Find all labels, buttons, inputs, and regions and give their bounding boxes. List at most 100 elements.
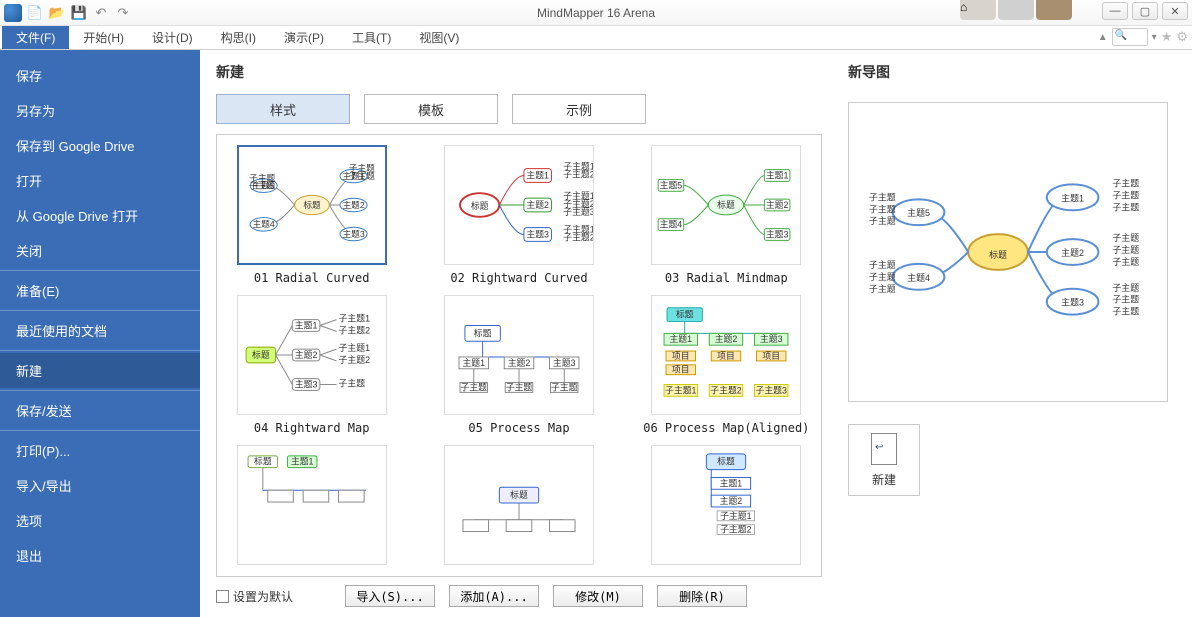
svg-text:主题1: 主题1 — [766, 169, 789, 180]
sidebar-item-save-as[interactable]: 另存为 — [0, 93, 200, 128]
sidebar-item-print[interactable]: 打印(P)... — [0, 433, 200, 468]
ribbon-tab-view[interactable]: 视图(V) — [405, 26, 473, 49]
template-item[interactable]: 标题 主题1 主题2 主题3 子主题1子主题2 子主题1子主题2子主题3 子主题… — [430, 145, 607, 285]
svg-text:子主题: 子主题 — [1112, 306, 1139, 317]
svg-text:子主题2: 子主题2 — [563, 168, 593, 179]
extra-tab[interactable]: ⌂ — [960, 0, 996, 20]
svg-text:标题: 标题 — [676, 309, 694, 320]
modify-button[interactable]: 修改(M) — [553, 585, 643, 607]
svg-text:子主题: 子主题 — [1112, 177, 1139, 188]
delete-button[interactable]: 删除(R) — [657, 585, 747, 607]
svg-text:主题2: 主题2 — [766, 199, 789, 210]
ribbon-tab-tools[interactable]: 工具(T) — [338, 26, 405, 49]
category-tab-example[interactable]: 示例 — [512, 94, 646, 124]
add-button[interactable]: 添加(A)... — [449, 585, 539, 607]
minimize-button[interactable]: — — [1102, 2, 1128, 20]
template-label: 05 Process Map — [468, 421, 569, 435]
extra-tab[interactable] — [1036, 0, 1072, 20]
svg-text:主题4: 主题4 — [660, 219, 683, 230]
template-item[interactable]: 标题 主题1 主题2 子主题1 子主题2 — [638, 445, 815, 565]
svg-text:主题1: 主题1 — [294, 319, 317, 330]
svg-text:子主题: 子主题 — [869, 191, 896, 202]
template-thumbnail: 标题 — [444, 445, 594, 565]
svg-text:子主题1: 子主题1 — [665, 384, 697, 395]
sidebar-item-new[interactable]: 新建 — [0, 353, 200, 388]
undo-icon[interactable]: ↶ — [92, 4, 110, 22]
svg-text:子主题1: 子主题1 — [338, 342, 370, 353]
file-sidebar: 保存 另存为 保存到 Google Drive 打开 从 Google Driv… — [0, 50, 200, 617]
svg-text:标题: 标题 — [303, 199, 321, 210]
create-new-button[interactable]: 新建 — [848, 424, 920, 496]
search-input[interactable] — [1112, 28, 1148, 46]
svg-text:子主题2: 子主题2 — [563, 231, 593, 242]
ribbon-tab-present[interactable]: 演示(P) — [270, 26, 338, 49]
sidebar-separator — [0, 270, 200, 271]
sidebar-item-save[interactable]: 保存 — [0, 58, 200, 93]
ribbon-tab-home[interactable]: 开始(H) — [69, 26, 138, 49]
new-doc-icon[interactable]: 📄 — [26, 4, 44, 22]
svg-text:主题2: 主题2 — [715, 333, 738, 344]
dropdown-icon[interactable]: ▾ — [1152, 32, 1157, 43]
template-item[interactable]: 标题 主题1 主题2 主题3 子主题 子主题 子主题 05 Process Ma… — [430, 295, 607, 435]
svg-text:子主题: 子主题 — [1112, 256, 1139, 267]
svg-text:项目: 项目 — [717, 351, 735, 361]
template-thumbnail: 标题 主题1 主题2 子主题1 子主题2 — [651, 445, 801, 565]
backstage-view: 保存 另存为 保存到 Google Drive 打开 从 Google Driv… — [0, 50, 1192, 617]
sidebar-item-open[interactable]: 打开 — [0, 163, 200, 198]
settings-icon[interactable]: ⚙ — [1176, 29, 1188, 45]
sidebar-item-options[interactable]: 选项 — [0, 503, 200, 538]
svg-text:子主题1: 子主题1 — [338, 313, 370, 324]
template-item[interactable]: 标题 主题1 — [223, 445, 400, 565]
import-button[interactable]: 导入(S)... — [345, 585, 435, 607]
svg-text:子主题3: 子主题3 — [563, 206, 593, 217]
ribbon-tab-idea[interactable]: 构思(I) — [207, 26, 270, 49]
sidebar-item-close[interactable]: 关闭 — [0, 233, 200, 268]
svg-text:标题: 标题 — [510, 489, 528, 500]
svg-text:主题3: 主题3 — [553, 357, 576, 368]
category-tab-style[interactable]: 样式 — [216, 94, 350, 124]
template-gallery[interactable]: 标题 主题5 主题4 主题1 主题2 主题3 子主题 子主题 子主题 子主题 — [216, 134, 822, 577]
sidebar-item-prepare[interactable]: 准备(E) — [0, 273, 200, 308]
save-icon[interactable]: 💾 — [70, 4, 88, 22]
sidebar-item-open-gdrive[interactable]: 从 Google Drive 打开 — [0, 198, 200, 233]
svg-text:项目: 项目 — [763, 351, 781, 361]
window-controls: — ▢ ✕ — [1102, 2, 1188, 20]
svg-text:项目: 项目 — [672, 351, 690, 361]
new-panel-title: 新建 — [216, 62, 822, 82]
checkbox-icon — [216, 590, 229, 603]
create-new-label: 新建 — [872, 471, 896, 488]
sidebar-item-exit[interactable]: 退出 — [0, 538, 200, 573]
template-item[interactable]: 标题 主题1 主题2 主题3 项目 项目 项目 项目 子主题1 子主题2 — [638, 295, 815, 435]
svg-text:子主题: 子主题 — [1112, 244, 1139, 255]
extra-tab[interactable] — [998, 0, 1034, 20]
sidebar-item-save-send[interactable]: 保存/发送 — [0, 393, 200, 428]
svg-text:子主题2: 子主题2 — [720, 524, 752, 535]
svg-text:主题1: 主题1 — [291, 456, 314, 467]
svg-text:主题2: 主题2 — [720, 495, 743, 506]
favorite-icon[interactable]: ★ — [1161, 29, 1173, 45]
template-item[interactable]: 标题 主题1 主题2 主题3 子主题1 子主题2 子主题1 子主题2 子主题 — [223, 295, 400, 435]
template-item[interactable]: 标题 — [430, 445, 607, 565]
template-item[interactable]: 标题 主题5 主题4 主题1 主题2 主题3 03 Radial Mindmap — [638, 145, 815, 285]
set-default-checkbox[interactable]: 设置为默认 — [216, 588, 293, 605]
maximize-button[interactable]: ▢ — [1132, 2, 1158, 20]
template-item[interactable]: 标题 主题5 主题4 主题1 主题2 主题3 子主题 子主题 子主题 子主题 — [223, 145, 400, 285]
sidebar-item-recent[interactable]: 最近使用的文档 — [0, 313, 200, 348]
category-tab-template[interactable]: 模板 — [364, 94, 498, 124]
set-default-label: 设置为默认 — [233, 588, 293, 605]
ribbon-tab-design[interactable]: 设计(D) — [138, 26, 207, 49]
open-icon[interactable]: 📂 — [48, 4, 66, 22]
sidebar-item-save-gdrive[interactable]: 保存到 Google Drive — [0, 128, 200, 163]
svg-text:标题: 标题 — [471, 200, 489, 211]
template-thumbnail: 标题 主题1 主题2 主题3 子主题 子主题 子主题 — [444, 295, 594, 415]
bottom-bar: 设置为默认 导入(S)... 添加(A)... 修改(M) 删除(R) — [216, 577, 822, 607]
svg-text:子主题2: 子主题2 — [338, 354, 370, 365]
title-bar: 📄 📂 💾 ↶ ↷ MindMapper 16 Arena ⌂ — ▢ ✕ — [0, 0, 1192, 26]
svg-text:子主题: 子主题 — [869, 283, 896, 294]
svg-text:主题1: 主题1 — [1061, 192, 1084, 203]
ribbon-tab-file[interactable]: 文件(F) — [2, 26, 69, 49]
close-button[interactable]: ✕ — [1162, 2, 1188, 20]
sidebar-item-import-export[interactable]: 导入/导出 — [0, 468, 200, 503]
redo-icon[interactable]: ↷ — [114, 4, 132, 22]
ribbon-collapse-icon[interactable]: ▲ — [1098, 32, 1108, 43]
